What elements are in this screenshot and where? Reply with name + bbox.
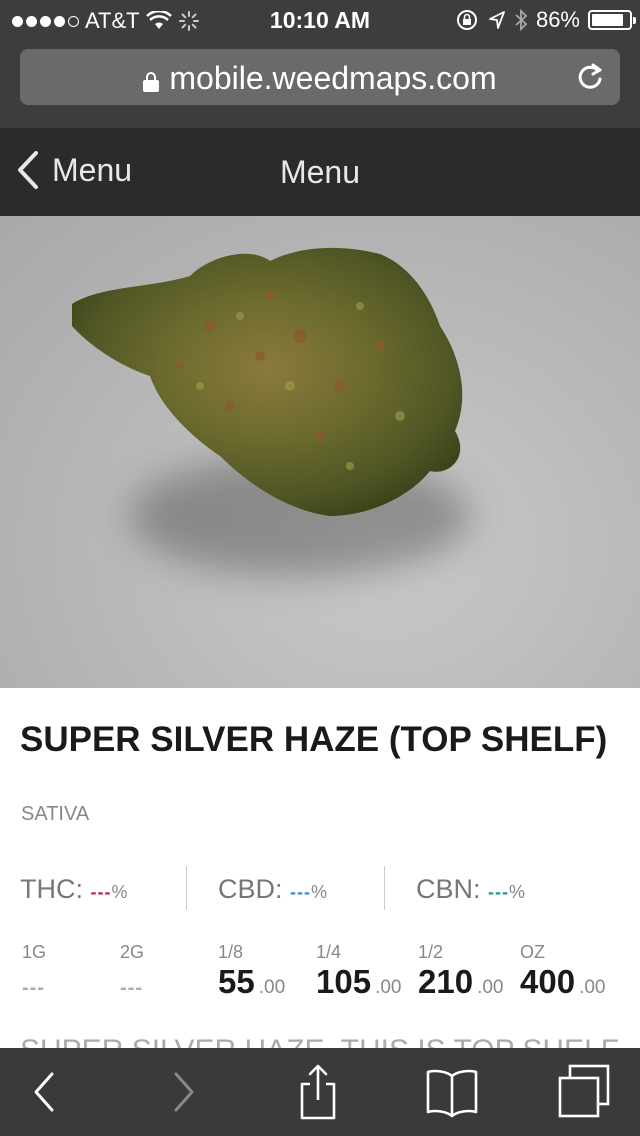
- lock-icon: [143, 71, 160, 92]
- browser-chrome: AT&T 10:10 AM 86% mobile.weedmaps.com: [0, 0, 640, 128]
- price-row: 1G --- 2G --- 1/8 55.00 1/4 105.00 1/2 2…: [0, 942, 640, 1012]
- battery-icon: [588, 10, 636, 30]
- product-details: SUPER SILVER HAZE (TOP SHELF) SATIVA THC…: [0, 688, 640, 1048]
- forward-icon[interactable]: [152, 1062, 212, 1122]
- nav-title: Menu: [279, 154, 361, 190]
- product-name: SUPER SILVER HAZE (TOP SHELF): [20, 720, 608, 759]
- product-description: SUPER SILVER HAZE. THIS IS TOP SHELF: [20, 1034, 619, 1048]
- divider: [384, 866, 385, 910]
- bluetooth-icon: [515, 9, 528, 31]
- price-ounce: OZ 400.00: [520, 942, 606, 1000]
- battery-percent: 86%: [535, 7, 580, 32]
- price-quarter: 1/4 105.00: [316, 942, 402, 1000]
- product-type: SATIVA: [21, 803, 90, 825]
- cbd-value: CBD: ---%: [218, 874, 328, 904]
- price-half: 1/2 210.00: [418, 942, 504, 1000]
- tabs-icon[interactable]: [554, 1062, 614, 1122]
- price-eighth: 1/8 55.00: [218, 942, 286, 1000]
- price-1g: 1G ---: [22, 942, 47, 999]
- url-text: mobile.weedmaps.com: [169, 60, 497, 96]
- location-arrow-icon: [489, 11, 505, 29]
- address-bar[interactable]: mobile.weedmaps.com: [20, 49, 620, 105]
- battery-fill: [592, 14, 623, 26]
- site-nav-bar: Menu Menu: [0, 128, 640, 216]
- product-image: [0, 216, 640, 688]
- status-bar: AT&T 10:10 AM 86%: [0, 0, 640, 40]
- divider: [186, 866, 187, 910]
- browser-toolbar: [0, 1048, 640, 1136]
- back-icon[interactable]: [14, 1062, 74, 1122]
- cbn-value: CBN: ---%: [416, 874, 526, 904]
- address-text: mobile.weedmaps.com: [20, 60, 620, 97]
- rotation-lock-icon: [456, 10, 477, 30]
- share-icon[interactable]: [288, 1062, 348, 1122]
- status-right: 86%: [456, 7, 636, 33]
- bookmarks-icon[interactable]: [422, 1062, 482, 1122]
- price-2g: 2G ---: [120, 942, 145, 999]
- cannabinoid-row: THC: ---% CBD: ---% CBN: ---%: [0, 866, 640, 912]
- thc-value: THC: ---%: [20, 874, 128, 904]
- cannabis-bud-image: [72, 247, 463, 517]
- reload-icon[interactable]: [574, 61, 606, 93]
